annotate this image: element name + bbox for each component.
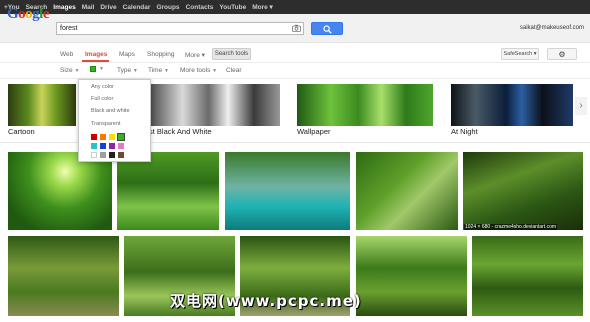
search-icon: [323, 25, 332, 34]
tab-maps[interactable]: Maps: [119, 51, 135, 58]
swatch-teal[interactable]: [91, 143, 97, 149]
nav-drive[interactable]: Drive: [100, 4, 116, 11]
swatch-pink[interactable]: [118, 143, 124, 149]
logo-letter: G: [7, 6, 19, 22]
tab-more[interactable]: More ▾: [185, 51, 205, 59]
related-label-cartoon[interactable]: Cartoon: [8, 127, 35, 136]
swatch-yellow[interactable]: [109, 134, 115, 140]
chevron-down-icon: ▼: [132, 68, 138, 74]
related-wallpaper-image[interactable]: [297, 84, 433, 126]
swatch-orange[interactable]: [100, 134, 106, 140]
camera-icon[interactable]: [292, 24, 301, 32]
swatch-green[interactable]: [117, 133, 125, 141]
nav-contacts[interactable]: Contacts: [186, 4, 214, 11]
result-image[interactable]: [225, 152, 350, 230]
active-tab-indicator: [82, 60, 109, 62]
nav-mail[interactable]: Mail: [82, 4, 95, 11]
swatch-purple[interactable]: [109, 143, 115, 149]
google-logo[interactable]: Google: [7, 6, 50, 23]
user-email[interactable]: saikat@makeuseof.com: [520, 25, 584, 31]
chevron-down-icon: ▼: [212, 68, 218, 74]
color-option-full[interactable]: Full color: [91, 96, 113, 102]
top-nav-bar: +You Search Images Mail Drive Calendar G…: [0, 0, 590, 14]
nav-images[interactable]: Images: [53, 4, 75, 11]
nav-youtube[interactable]: YouTube: [219, 4, 246, 11]
logo-letter: e: [42, 6, 50, 22]
tool-clear[interactable]: Clear: [226, 67, 242, 74]
nav-more[interactable]: More ▾: [252, 3, 273, 11]
tool-more-tools[interactable]: More tools ▼: [180, 67, 217, 74]
tool-size[interactable]: Size ▼: [60, 67, 79, 74]
tab-shopping[interactable]: Shopping: [147, 51, 174, 58]
tool-time-label: Time: [148, 67, 163, 74]
chevron-down-icon: ▼: [74, 68, 80, 74]
swatch-white[interactable]: [91, 152, 97, 158]
related-label-bw[interactable]: st Black And White: [149, 127, 212, 136]
chevron-down-icon[interactable]: ▼: [99, 66, 104, 72]
related-label-night[interactable]: At Night: [451, 127, 478, 136]
tab-images[interactable]: Images: [85, 51, 107, 58]
color-option-any[interactable]: Any color: [91, 84, 114, 90]
swatch-blue[interactable]: [100, 143, 106, 149]
tool-type[interactable]: Type ▼: [117, 67, 138, 74]
result-image[interactable]: [8, 152, 112, 230]
tab-web[interactable]: Web: [60, 51, 73, 58]
nav-calendar[interactable]: Calendar: [123, 4, 151, 11]
image-caption: 1024 × 680 - crazme4sho.deviantart.com: [464, 224, 558, 230]
safesearch-button[interactable]: SafeSearch ▾: [501, 48, 539, 60]
related-label-wallpaper[interactable]: Wallpaper: [297, 127, 331, 136]
related-night-image[interactable]: [451, 84, 573, 126]
result-image[interactable]: [356, 152, 458, 230]
nav-groups[interactable]: Groups: [156, 4, 179, 11]
color-option-bw[interactable]: Black and white: [91, 108, 130, 114]
next-arrow-icon[interactable]: ›: [575, 97, 587, 115]
search-input[interactable]: forest: [56, 22, 304, 35]
tool-type-label: Type: [117, 67, 132, 74]
watermark-text: 双电网(www.pcpc.me): [170, 292, 362, 310]
result-image[interactable]: [472, 236, 583, 316]
color-dropdown-menu: Any color Full color Black and white Tra…: [78, 79, 151, 162]
search-button[interactable]: [311, 22, 343, 35]
gear-icon[interactable]: ⚙: [547, 48, 577, 60]
swatch-gray[interactable]: [100, 152, 106, 158]
related-cartoon-image[interactable]: [8, 84, 76, 126]
swatch-brown[interactable]: [118, 152, 124, 158]
color-filter-swatch[interactable]: [90, 66, 96, 72]
chevron-down-icon: ▼: [164, 68, 169, 74]
swatch-black[interactable]: [109, 152, 115, 158]
tool-time[interactable]: Time ▼: [148, 67, 169, 74]
result-image[interactable]: [8, 236, 119, 316]
tool-size-label: Size: [60, 67, 73, 74]
search-tools-button[interactable]: Search tools: [212, 48, 251, 60]
result-image[interactable]: 1024 × 680 - crazme4sho.deviantart.com: [463, 152, 583, 230]
swatch-red[interactable]: [91, 134, 97, 140]
tool-more-tools-label: More tools: [180, 67, 211, 74]
color-option-transparent[interactable]: Transparent: [91, 121, 120, 127]
result-image[interactable]: [356, 236, 467, 316]
search-tools-bar: [0, 63, 590, 79]
related-bw-image[interactable]: [150, 84, 280, 126]
result-image[interactable]: [117, 152, 219, 230]
